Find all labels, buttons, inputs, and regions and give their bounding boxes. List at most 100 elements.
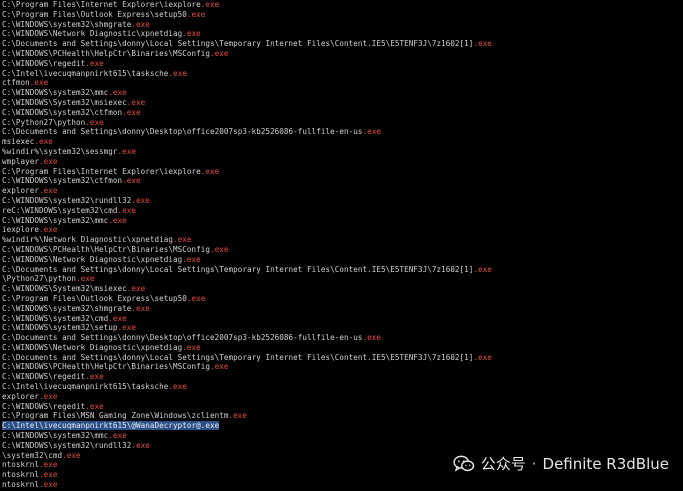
line-path: C:\WINDOWS\regedit [2,401,86,411]
terminal-line[interactable]: C:\WINDOWS\PCHealth\HelpCtr\Binaries\MSC… [2,245,683,255]
terminal-line[interactable]: C:\Program Files\MSN Gaming Zone\Windows… [2,411,683,421]
line-path: ntoskrnl [2,470,39,480]
line-extension: .exe [200,166,220,176]
watermark-label: 公众号 [480,455,526,473]
terminal-line[interactable]: C:\Program Files\Outlook Express\setup50… [2,294,683,304]
line-path: C:\WINDOWS\system32\mmc [2,215,109,225]
terminal-line[interactable]: C:\WINDOWS\System32\msiexec.exe [2,98,683,108]
terminal-line[interactable]: C:\Python27\python.exe [2,118,683,128]
terminal-line[interactable]: C:\Documents and Settings\donny\Local Se… [2,39,683,49]
terminal-line[interactable]: C:\WINDOWS\system32\shmgrate.exe [2,304,683,314]
terminal-line[interactable]: C:\WINDOWS\system32\mmc.exe [2,216,683,226]
line-extension: .exe [473,264,492,274]
line-extension: .exe [122,107,141,117]
line-path: C:\WINDOWS\Network Diagnostic\xpnetdiag [2,29,183,39]
terminal-line[interactable]: C:\WINDOWS\Network Diagnostic\xpnetdiag.… [2,29,683,39]
terminal-line[interactable]: explorer.exe [2,392,683,402]
terminal-line[interactable]: C:\Documents and Settings\donny\Desktop\… [2,127,683,137]
line-extension: .exe [108,88,127,98]
line-path: C:\WINDOWS\regedit [2,58,86,68]
watermark-account: Definite R3dBlue [542,454,669,473]
line-path: C:\WINDOWS\System32\msiexec [2,97,127,107]
line-path: C:\Program Files\Outlook Express\setup50 [2,293,187,303]
line-extension: .exe [85,58,104,68]
line-path: C:\WINDOWS\system32\setup [2,323,118,333]
line-path: C:\WINDOWS\system32\mmc [2,431,109,441]
terminal-line[interactable]: C:\WINDOWS\PCHealth\HelpCtr\Binaries\MSC… [2,49,683,59]
terminal-line[interactable]: iexplore.exe [2,225,683,235]
terminal-line[interactable]: C:\WINDOWS\System32\msiexec.exe [2,284,683,294]
line-path: %windir%\system32\sessmgr [2,146,118,156]
line-path: explorer [2,391,39,401]
terminal-line[interactable]: C:\Documents and Settings\donny\Local Se… [2,265,683,275]
line-extension: .exe [209,48,229,58]
terminal-line[interactable]: C:\WINDOWS\system32\ctfmon.exe [2,176,683,186]
line-path: C:\Program Files\MSN Gaming Zone\Windows… [2,411,229,421]
line-extension: .exe [122,176,141,186]
line-extension: .exe [173,235,192,245]
terminal-line-selected[interactable]: C:\Intel\ivecuqmanpnirkt615\@WanaDecrypt… [2,421,683,431]
line-path: C:\WINDOWS\system32\cmd [2,313,109,323]
terminal-output[interactable]: C:\Program Files\Internet Explorer\iexpl… [0,0,683,491]
line-path: C:\WINDOWS\PCHealth\HelpCtr\Binaries\MSC… [2,362,210,372]
line-extension: .exe [38,470,58,480]
terminal-line[interactable]: C:\WINDOWS\system32\mmc.exe [2,431,683,441]
line-path: ctfmon [2,78,30,88]
terminal-line[interactable]: C:\WINDOWS\system32\ctfmon.exe [2,108,683,118]
line-path: \system32\cmd [2,450,63,460]
line-extension: .exe [131,303,150,313]
terminal-line[interactable]: %windir%\system32\sessmgr.exe [2,147,683,157]
line-extension: .exe [168,68,187,78]
line-path: C:\Program Files\Internet Explorer\iexpl… [2,0,201,9]
terminal-line[interactable]: C:\WINDOWS\system32\rundll32.exe [2,441,683,451]
line-extension: .exe [38,480,58,490]
line-extension: .exe [34,137,53,147]
terminal-line[interactable]: C:\WINDOWS\system32\setup.exe [2,323,683,333]
line-path: C:\Intel\ivecuqmanpnirkt615\@WanaDecrypt… [2,421,201,431]
terminal-line[interactable]: C:\WINDOWS\regedit.exe [2,372,683,382]
terminal-line[interactable]: C:\Intel\ivecuqmanpnirkt615\tasksche.exe [2,69,683,79]
line-path: explorer [2,186,39,196]
line-path: C:\WINDOWS\system32\ctfmon [2,176,123,186]
line-extension: .exe [108,215,127,225]
line-path: ntoskrnl [2,460,39,470]
line-path: ntoskrnl [2,480,39,490]
terminal-line[interactable]: C:\WINDOWS\system32\rundll32.exe [2,196,683,206]
terminal-line[interactable]: C:\Program Files\Internet Explorer\iexpl… [2,0,683,10]
line-extension: .exe [62,450,81,460]
line-extension: .exe [29,78,49,88]
terminal-line[interactable]: C:\WINDOWS\regedit.exe [2,59,683,69]
line-extension: .exe [228,411,247,421]
terminal-line[interactable]: C:\Program Files\Internet Explorer\iexpl… [2,167,683,177]
line-path: C:\Intel\ivecuqmanpnirkt615\tasksche [2,382,169,392]
terminal-line[interactable]: ntoskrnl.exe [2,480,683,490]
line-extension: .exe [209,362,229,372]
terminal-line[interactable]: \Python27\python.exe [2,274,683,284]
terminal-line[interactable]: C:\WINDOWS\system32\mmc.exe [2,88,683,98]
terminal-line[interactable]: C:\Documents and Settings\donny\Desktop\… [2,333,683,343]
line-extension: .exe [117,205,137,215]
terminal-line[interactable]: ctfmon.exe [2,78,683,88]
terminal-line[interactable]: C:\WINDOWS\PCHealth\HelpCtr\Binaries\MSC… [2,362,683,372]
terminal-line[interactable]: C:\WINDOWS\system32\shmgrate.exe [2,20,683,30]
line-extension: .exe [182,342,201,352]
line-path: C:\WINDOWS\system32\mmc [2,88,109,98]
terminal-line[interactable]: C:\WINDOWS\system32\cmd.exe [2,314,683,324]
line-path: reC:\WINDOWS\system32\cmd [2,205,118,215]
line-extension: .exe [38,156,58,166]
terminal-line[interactable]: reC:\WINDOWS\system32\cmd.exe [2,206,683,216]
terminal-line[interactable]: msiexec.exe [2,137,683,147]
terminal-line[interactable]: C:\Documents and Settings\donny\Local Se… [2,353,683,363]
terminal-line[interactable]: C:\WINDOWS\Network Diagnostic\xpnetdiag.… [2,255,683,265]
terminal-line[interactable]: C:\Intel\ivecuqmanpnirkt615\tasksche.exe [2,382,683,392]
line-extension: .exe [131,19,150,29]
terminal-line[interactable]: explorer.exe [2,186,683,196]
terminal-line[interactable]: %windir%\Network Diagnostic\xpnetdiag.ex… [2,235,683,245]
line-path: C:\WINDOWS\system32\ctfmon [2,107,123,117]
terminal-line[interactable]: C:\Program Files\Outlook Express\setup50… [2,10,683,20]
terminal-line[interactable]: C:\WINDOWS\regedit.exe [2,402,683,412]
line-extension: .exe [186,9,206,19]
terminal-line[interactable]: wmplayer.exe [2,157,683,167]
terminal-line[interactable]: C:\WINDOWS\Network Diagnostic\xpnetdiag.… [2,343,683,353]
line-extension: .exe [200,0,220,9]
